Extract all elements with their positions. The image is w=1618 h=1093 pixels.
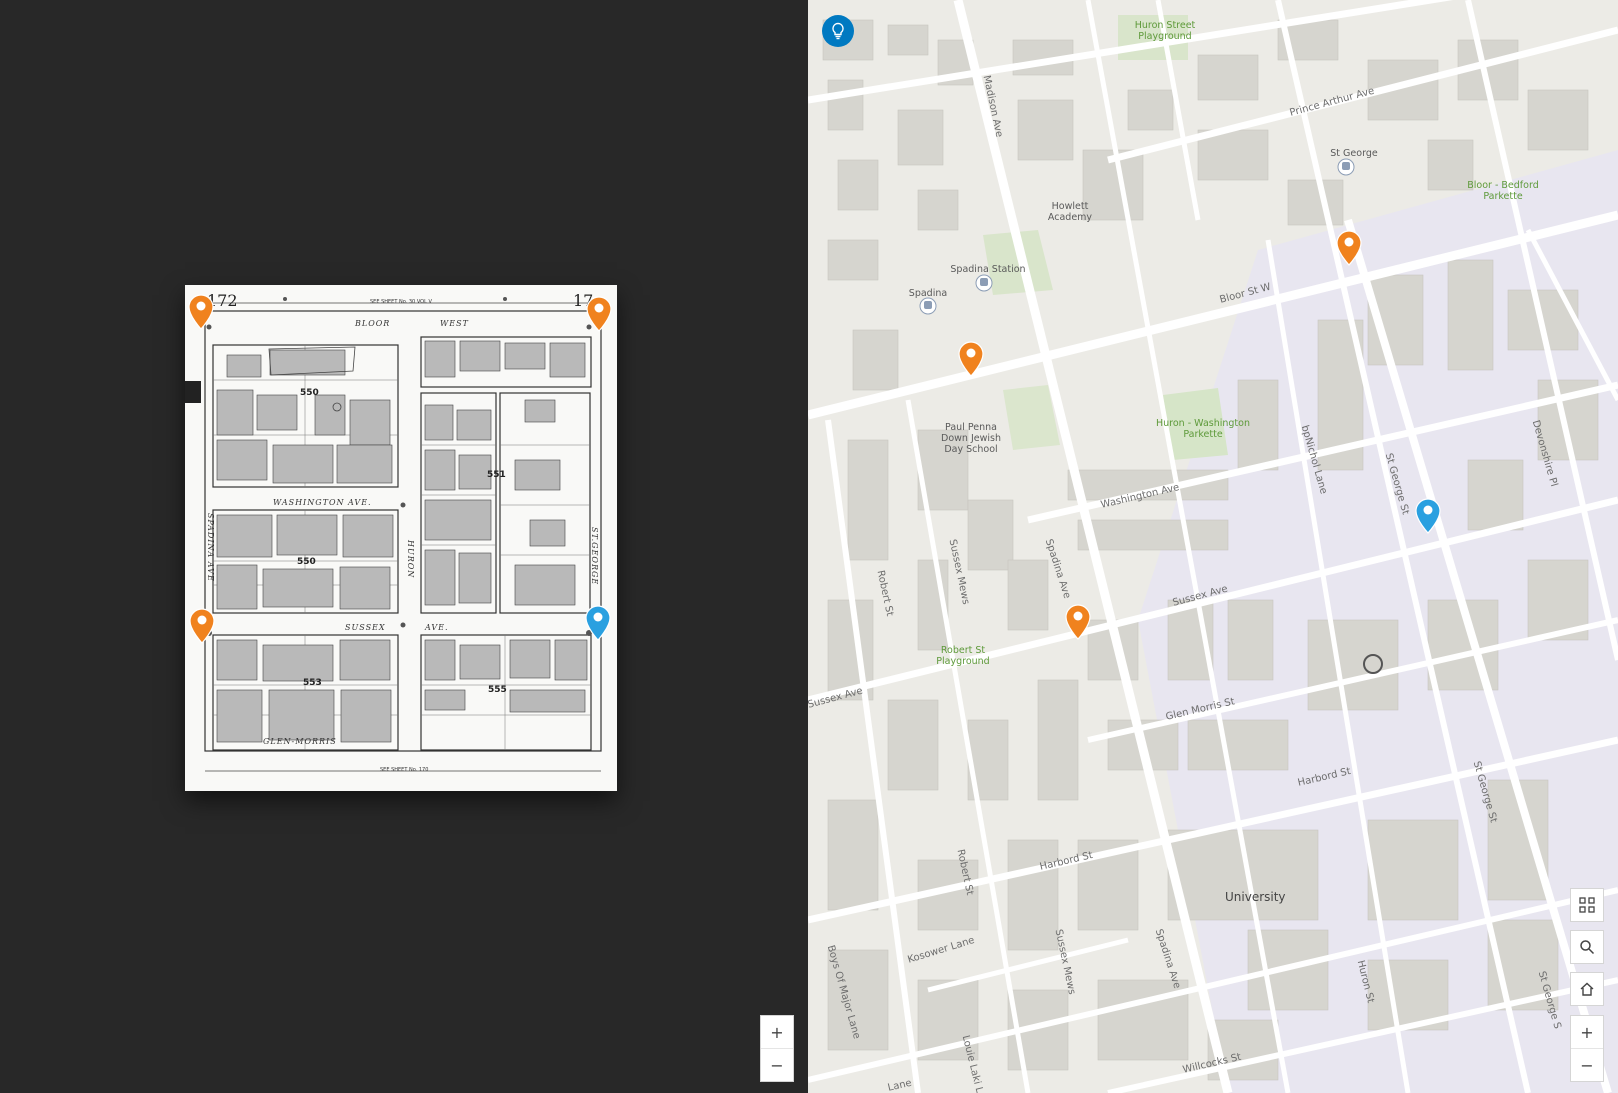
tips-button[interactable] xyxy=(822,15,854,47)
search-icon xyxy=(1580,940,1595,955)
lightbulb-icon xyxy=(832,22,844,40)
home-icon xyxy=(1580,982,1594,996)
control-point-pin-selected[interactable] xyxy=(1415,498,1441,534)
poi-howlett-academy: Howlett Academy xyxy=(1047,201,1093,223)
lot-label: 551 xyxy=(487,470,506,480)
right-zoom-out-button[interactable]: − xyxy=(1571,1048,1603,1081)
home-button[interactable] xyxy=(1570,972,1604,1006)
lot-label: 550 xyxy=(300,388,319,398)
search-button[interactable] xyxy=(1570,930,1604,964)
qr-code-icon xyxy=(1579,897,1595,913)
poi-spadina: Spadina xyxy=(908,288,948,299)
left-zoom-control: + − xyxy=(760,1015,794,1082)
control-point-pin[interactable] xyxy=(958,341,984,377)
sheet-street-sussex-ave: AVE. xyxy=(425,623,449,632)
sheet-street-spadina: SPADINA AVE xyxy=(206,513,215,582)
control-point-pin[interactable] xyxy=(188,294,214,330)
control-point-pin-selected[interactable] xyxy=(585,605,611,641)
sheet-street-glen-morris: GLEN-MORRIS xyxy=(263,737,337,746)
basemap-gallery-button[interactable] xyxy=(1570,888,1604,922)
sheet-street-washington: WASHINGTON AVE. xyxy=(273,498,372,507)
sheet-street-west: WEST xyxy=(440,319,469,328)
lot-label: 553 xyxy=(303,678,322,688)
poi-huron-street-playground: Huron Street Playground xyxy=(1134,20,1196,42)
poi-robert-st-playground: Robert St Playground xyxy=(936,645,990,667)
poi-bloor-bedford-parkette: Bloor - Bedford Parkette xyxy=(1467,180,1539,202)
sheet-top-note: SEE SHEET No. 30 VOL V xyxy=(370,299,432,305)
basemap-drawing xyxy=(808,0,1618,1093)
image-viewer-pane[interactable]: 172 17 SEE SHEET No. 30 VOL V SEE SHEET … xyxy=(0,0,808,1093)
control-point-pin[interactable] xyxy=(189,608,215,644)
left-zoom-in-button[interactable]: + xyxy=(761,1016,793,1048)
lot-label: 550 xyxy=(297,557,316,567)
fire-insurance-map-sheet[interactable]: 172 17 SEE SHEET No. 30 VOL V SEE SHEET … xyxy=(185,285,617,791)
right-zoom-control: + − xyxy=(1570,1015,1604,1082)
sheet-bottom-note: SEE SHEET No. 170 xyxy=(380,767,429,773)
control-point-pin[interactable] xyxy=(1065,604,1091,640)
control-point-pin[interactable] xyxy=(1336,230,1362,266)
sheet-street-bloor: BLOOR xyxy=(355,319,391,328)
control-point-pin[interactable] xyxy=(586,296,612,332)
basemap-pane[interactable]: Madison Ave Prince Arthur Ave Bloor St W… xyxy=(808,0,1618,1093)
lot-label: 555 xyxy=(488,685,507,695)
poi-spadina-station: Spadina Station xyxy=(950,264,1026,275)
poi-huron-washington-parkette: Huron - Washington Parkette xyxy=(1156,418,1250,440)
sheet-drawing xyxy=(185,285,617,791)
sheet-street-huron: HURON xyxy=(406,540,415,579)
sheet-street-sussex: SUSSEX xyxy=(345,623,386,632)
poi-st-george-station: St George xyxy=(1330,148,1378,159)
poi-paul-penna-school: Paul Penna Down Jewish Day School xyxy=(941,422,1001,455)
left-zoom-out-button[interactable]: − xyxy=(761,1048,793,1081)
sheet-street-st-george: ST.GEORGE xyxy=(590,527,599,586)
right-zoom-in-button[interactable]: + xyxy=(1571,1016,1603,1048)
district-label-university: University xyxy=(1225,890,1286,904)
